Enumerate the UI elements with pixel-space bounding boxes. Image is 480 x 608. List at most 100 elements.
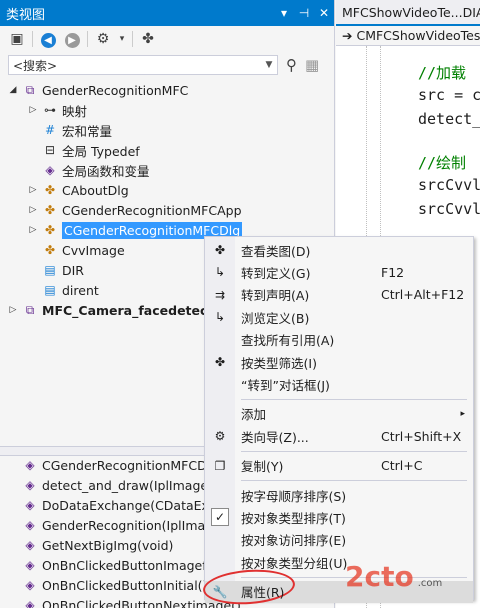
menu-item-shortcut: F12: [381, 264, 405, 280]
tree-item-label: 全局 Typedef: [62, 143, 140, 159]
tree-item-icon: ⊟: [44, 143, 56, 157]
tree-item-icon: ⧉: [25, 82, 35, 97]
menu-item-icon: ↳: [214, 310, 226, 325]
tree-item-icon: ✤: [44, 243, 56, 257]
menu-separator: [241, 398, 467, 400]
forward-button[interactable]: ▶: [63, 31, 81, 48]
menu-item-label: 浏览定义(B): [241, 310, 310, 326]
editor-tab-label: MFCShowVideoTe...DIA: [342, 4, 480, 20]
expand-arrow-icon[interactable]: ◢: [6, 85, 20, 95]
menu-item[interactable]: ✤ 查看类图(D): [205, 239, 473, 261]
toolbar-separator: [32, 31, 33, 47]
editor-tab[interactable]: MFCShowVideoTe...DIA: [336, 0, 480, 26]
submenu-arrow-icon: ▸: [460, 408, 465, 419]
code-line: srcCvvl: [418, 176, 480, 194]
menu-item-label: 按对象类型分组(U): [241, 555, 348, 571]
menu-item[interactable]: ↳ 浏览定义(B): [205, 306, 473, 328]
menu-item-icon: ✓: [205, 508, 235, 527]
menu-item[interactable]: ⇉ 转到声明(A) Ctrl+Alt+F12: [205, 284, 473, 306]
method-icon: ◈: [25, 578, 35, 592]
tree-item[interactable]: # 宏和常量: [0, 120, 334, 140]
menu-item[interactable]: 按对象类型分组(U): [205, 551, 473, 573]
menu-item-label: 复制(Y): [241, 459, 284, 475]
menu-separator: [241, 450, 467, 452]
tree-item-label: 宏和常量: [62, 123, 113, 139]
menu-item[interactable]: “转到”对话框(J): [205, 373, 473, 395]
menu-item-label: 转到定义(G): [241, 265, 311, 281]
tree-item[interactable]: ▷ ✤ CGenderRecognitionMFCApp: [0, 200, 334, 220]
menu-separator: [241, 480, 467, 481]
settings-gear-icon[interactable]: ⚙: [94, 31, 112, 47]
search-input[interactable]: <搜索> ▼: [8, 55, 278, 75]
tree-item[interactable]: ⊟ 全局 Typedef: [0, 140, 334, 160]
tree-item[interactable]: ▷ ✤ CAboutDlg: [0, 180, 334, 200]
expand-arrow-icon[interactable]: ▷: [26, 185, 40, 195]
tree-item-label: 全局函数和变量: [62, 163, 150, 179]
tree-item-label: DIR: [62, 262, 84, 278]
toolbar-separator: [87, 31, 88, 47]
menu-item-shortcut: Ctrl+Shift+X: [381, 428, 462, 444]
menu-item[interactable]: ❐ 复制(Y) Ctrl+C: [205, 455, 473, 477]
tree-item-icon: ⧉: [25, 302, 35, 317]
tree-item-icon: ✤: [44, 203, 56, 217]
expand-arrow-icon[interactable]: ▷: [26, 225, 40, 235]
clear-search-icon[interactable]: ▦: [305, 56, 319, 74]
menu-separator: [241, 576, 467, 578]
back-button[interactable]: ◀: [39, 31, 57, 48]
menu-item[interactable]: ⚙ 类向导(Z)... Ctrl+Shift+X: [205, 425, 473, 447]
dropdown-icon[interactable]: ▾: [274, 6, 294, 20]
menu-item-label: 查看类图(D): [241, 243, 311, 259]
menu-item-label: 按对象类型排序(T): [241, 510, 346, 526]
pin-icon[interactable]: ⊣: [294, 6, 314, 20]
back-arrow-icon: ◀: [40, 32, 56, 48]
expand-arrow-icon[interactable]: ▷: [26, 205, 40, 215]
settings-dropdown-icon[interactable]: ▾: [118, 34, 126, 44]
method-icon: ◈: [25, 558, 35, 572]
menu-item-label: 按对象访问排序(E): [241, 533, 347, 549]
menu-item-icon: ✤: [214, 243, 226, 257]
tree-item-label: 映射: [62, 103, 88, 119]
tree-item[interactable]: ◈ 全局函数和变量: [0, 160, 334, 180]
tree-item-icon: ▤: [44, 283, 56, 297]
menu-item-shortcut: Ctrl+Alt+F12: [381, 287, 465, 303]
menu-item[interactable]: 🔧 属性(R): [205, 580, 473, 603]
menu-item[interactable]: 查找所有引用(A): [205, 329, 473, 351]
member-item-label: GenderRecognition(IplIma: [42, 517, 206, 533]
code-line: src = c: [418, 86, 480, 104]
class-view-type-icon[interactable]: ✤: [139, 31, 157, 47]
code-comment-line: //加载: [418, 64, 467, 82]
tree-item[interactable]: ▷ ⊶ 映射: [0, 100, 334, 120]
menu-item-icon: 🔧: [212, 584, 228, 599]
menu-item[interactable]: ✓ 按对象类型排序(T): [205, 506, 473, 528]
menu-item-label: 属性(R): [241, 585, 285, 601]
member-item-label: CGenderRecognitionMFCDlg: [42, 457, 219, 473]
member-item-label: OnBnClickedButtonImagefile: [42, 557, 222, 573]
member-item-label: GetNextBigImg(void): [42, 537, 174, 553]
code-line: detect_: [418, 110, 480, 128]
code-line: srcCvvl: [418, 200, 480, 218]
search-icon[interactable]: ⚲: [286, 56, 297, 74]
close-icon[interactable]: ✕: [314, 6, 334, 20]
member-item-label: detect_and_draw(IplImage *: [42, 477, 219, 493]
menu-item[interactable]: ↳ 转到定义(G) F12: [205, 261, 473, 283]
menu-item[interactable]: 按对象访问排序(E): [205, 529, 473, 551]
tree-item-label: CGenderRecognitionMFCApp: [62, 202, 242, 218]
expand-arrow-icon[interactable]: ▷: [6, 305, 20, 315]
menu-item[interactable]: ✤ 按类型筛选(I): [205, 351, 473, 373]
tree-item-icon: ◈: [45, 163, 55, 177]
tree-item-icon: ✤: [44, 223, 56, 237]
menu-item-label: 按类型筛选(I): [241, 355, 317, 371]
search-dropdown-icon[interactable]: ▼: [261, 60, 277, 70]
toolbar-separator: [132, 31, 133, 47]
tree-item[interactable]: ◢ ⧉ GenderRecognitionMFC: [0, 80, 334, 100]
method-icon: ◈: [25, 518, 35, 532]
menu-item[interactable]: 按字母顺序排序(S): [205, 484, 473, 506]
menu-item-icon: ⇉: [214, 287, 226, 302]
expand-arrow-icon[interactable]: ▷: [26, 105, 40, 115]
menu-item-icon: ⚙: [214, 429, 226, 444]
new-folder-icon[interactable]: ▣: [8, 31, 26, 47]
editor-navigation-bar[interactable]: ➔ CMFCShowVideoTest: [336, 26, 480, 46]
method-icon: ◈: [25, 498, 35, 512]
menu-item[interactable]: 添加 ▸: [205, 403, 473, 425]
class-view-titlebar[interactable]: 类视图 ▾ ⊣ ✕: [0, 0, 334, 26]
